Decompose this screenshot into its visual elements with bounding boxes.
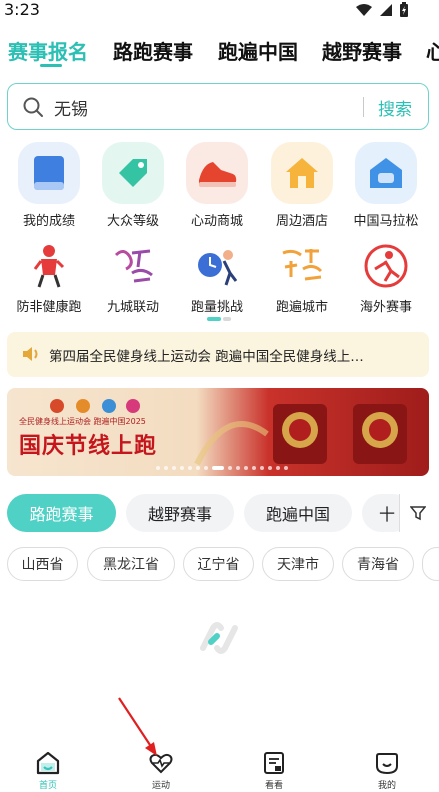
category-tab-road[interactable]: 路跑赛事 (7, 494, 116, 532)
nine-cities-icon (109, 242, 157, 290)
article-icon (264, 752, 284, 774)
home-icon (36, 751, 60, 775)
search-button[interactable]: 搜索 (378, 95, 412, 120)
banner-carousel-dots (156, 466, 288, 470)
search-bar[interactable]: 搜索 (7, 83, 429, 130)
tab-signup[interactable]: 赛事报名 (8, 36, 88, 65)
province-label: 天津市 (277, 557, 319, 573)
province-filter-row: 山西省 黑龙江省 辽宁省 天津市 青海省 (0, 547, 439, 581)
category-tab-run-china[interactable]: 跑遍中国 (244, 494, 352, 532)
overseas-run-icon (362, 242, 410, 290)
grid-item-healthy-run[interactable]: 防非健康跑 (9, 242, 89, 315)
grid-label: 周边酒店 (275, 214, 328, 229)
province-label: 山西省 (21, 557, 64, 573)
grid-label: 跑遍城市 (275, 300, 328, 315)
grid-item-public-level[interactable]: 大众等级 (93, 142, 173, 229)
grid-label: 海外赛事 (359, 300, 412, 315)
banner-subtitle: 全民健身线上运动会 跑遍中国2025 (19, 417, 146, 426)
status-bar: 3:23 (0, 0, 439, 24)
grid-item-mileage-challenge[interactable]: 跑量挑战 (177, 242, 257, 315)
grid-label: 防非健康跑 (16, 300, 82, 315)
nav-label: 我的 (377, 781, 396, 791)
nav-sports[interactable]: 运动 (131, 750, 191, 791)
promo-banner[interactable]: 全民健身线上运动会 跑遍中国2025 国庆节线上跑 (7, 388, 429, 476)
grid-item-overseas-race[interactable]: 海外赛事 (346, 242, 426, 315)
grid-label: 跑量挑战 (190, 300, 243, 315)
filter-icon (410, 506, 426, 521)
search-icon (23, 97, 43, 117)
grid-label: 中国马拉松 (353, 214, 419, 229)
nav-mine[interactable]: 我的 (357, 750, 417, 791)
province-chip[interactable]: 辽宁省 (183, 547, 254, 581)
grid-label: 我的成绩 (22, 214, 75, 229)
category-tab-trail[interactable]: 越野赛事 (126, 494, 234, 532)
house-icon (271, 142, 333, 204)
tab-road-race[interactable]: 路跑赛事 (113, 36, 193, 65)
notice-bar[interactable]: 第四届全民健身线上运动会 跑遍中国全民健身线上… (7, 332, 429, 377)
runner-icon (25, 242, 73, 290)
page-dot (223, 317, 231, 321)
city-icon (278, 242, 326, 290)
nav-browse[interactable]: 看看 (244, 750, 304, 791)
search-input[interactable] (54, 95, 334, 119)
tab-run-china[interactable]: 跑遍中国 (218, 36, 298, 65)
loading-spinner-icon (200, 622, 238, 654)
page-dot-active (207, 317, 221, 321)
sneaker-icon (186, 142, 248, 204)
grid-item-china-marathon[interactable]: 中国马拉松 (346, 142, 426, 229)
wifi-icon (356, 4, 372, 16)
active-tab-indicator (40, 64, 62, 67)
grid-item-my-results[interactable]: 我的成绩 (9, 142, 89, 229)
banner-title: 国庆节线上跑 (19, 433, 158, 459)
grid-label: 九城联动 (106, 300, 159, 315)
notice-text: 第四届全民健身线上运动会 跑遍中国全民健身线上… (49, 349, 364, 365)
book-icon (18, 142, 80, 204)
grid-item-nine-cities[interactable]: 九城联动 (93, 242, 173, 315)
province-label: 黑龙江省 (103, 557, 159, 573)
top-tab-bar: 赛事报名 路跑赛事 跑遍中国 越野赛事 心 (0, 30, 439, 70)
smile-icon (376, 753, 398, 775)
battery-icon (400, 2, 408, 17)
grid-page-indicator (207, 317, 231, 321)
banner-decoration (194, 404, 407, 466)
clock-runner-icon (193, 242, 241, 290)
category-tab-label: 跑遍中国 (265, 505, 330, 524)
province-label: 青海省 (357, 557, 399, 573)
tab-trail-race[interactable]: 越野赛事 (322, 36, 402, 65)
filter-button[interactable] (399, 494, 439, 532)
nav-label: 首页 (38, 781, 57, 791)
nav-label: 看看 (264, 781, 283, 791)
category-tab-bar: 路跑赛事 越野赛事 跑遍中国 十 (0, 494, 439, 534)
tag-icon (102, 142, 164, 204)
status-icons (355, 2, 409, 18)
grid-item-run-cities[interactable]: 跑遍城市 (262, 242, 342, 315)
nav-home[interactable]: 首页 (18, 750, 78, 791)
heart-pulse-icon (149, 753, 173, 774)
grid-item-store[interactable]: 心动商城 (177, 142, 257, 229)
signal-icon (380, 4, 392, 16)
tab-more[interactable]: 心 (426, 36, 439, 65)
province-label: 辽宁省 (197, 557, 240, 573)
province-chip[interactable]: 黑龙江省 (87, 547, 175, 581)
grid-item-hotel[interactable]: 周边酒店 (262, 142, 342, 229)
search-divider (363, 97, 364, 117)
province-chip[interactable]: 天津市 (262, 547, 334, 581)
category-tab-label: 越野赛事 (147, 505, 212, 524)
category-tab-label: 十 (378, 505, 395, 524)
bottom-nav: 首页 运动 看看 我的 (0, 742, 439, 792)
status-time: 3:23 (4, 0, 40, 19)
category-tab-label: 路跑赛事 (29, 505, 94, 524)
province-chip[interactable]: 青海省 (342, 547, 414, 581)
province-chip[interactable]: 山西省 (7, 547, 78, 581)
province-chip-partial[interactable] (422, 547, 439, 581)
nav-label: 运动 (151, 781, 170, 791)
grid-label: 心动商城 (190, 214, 243, 229)
banner-logos (50, 399, 140, 413)
grid-label: 大众等级 (106, 214, 159, 229)
speaker-icon (23, 347, 38, 361)
chat-house-icon (355, 142, 417, 204)
